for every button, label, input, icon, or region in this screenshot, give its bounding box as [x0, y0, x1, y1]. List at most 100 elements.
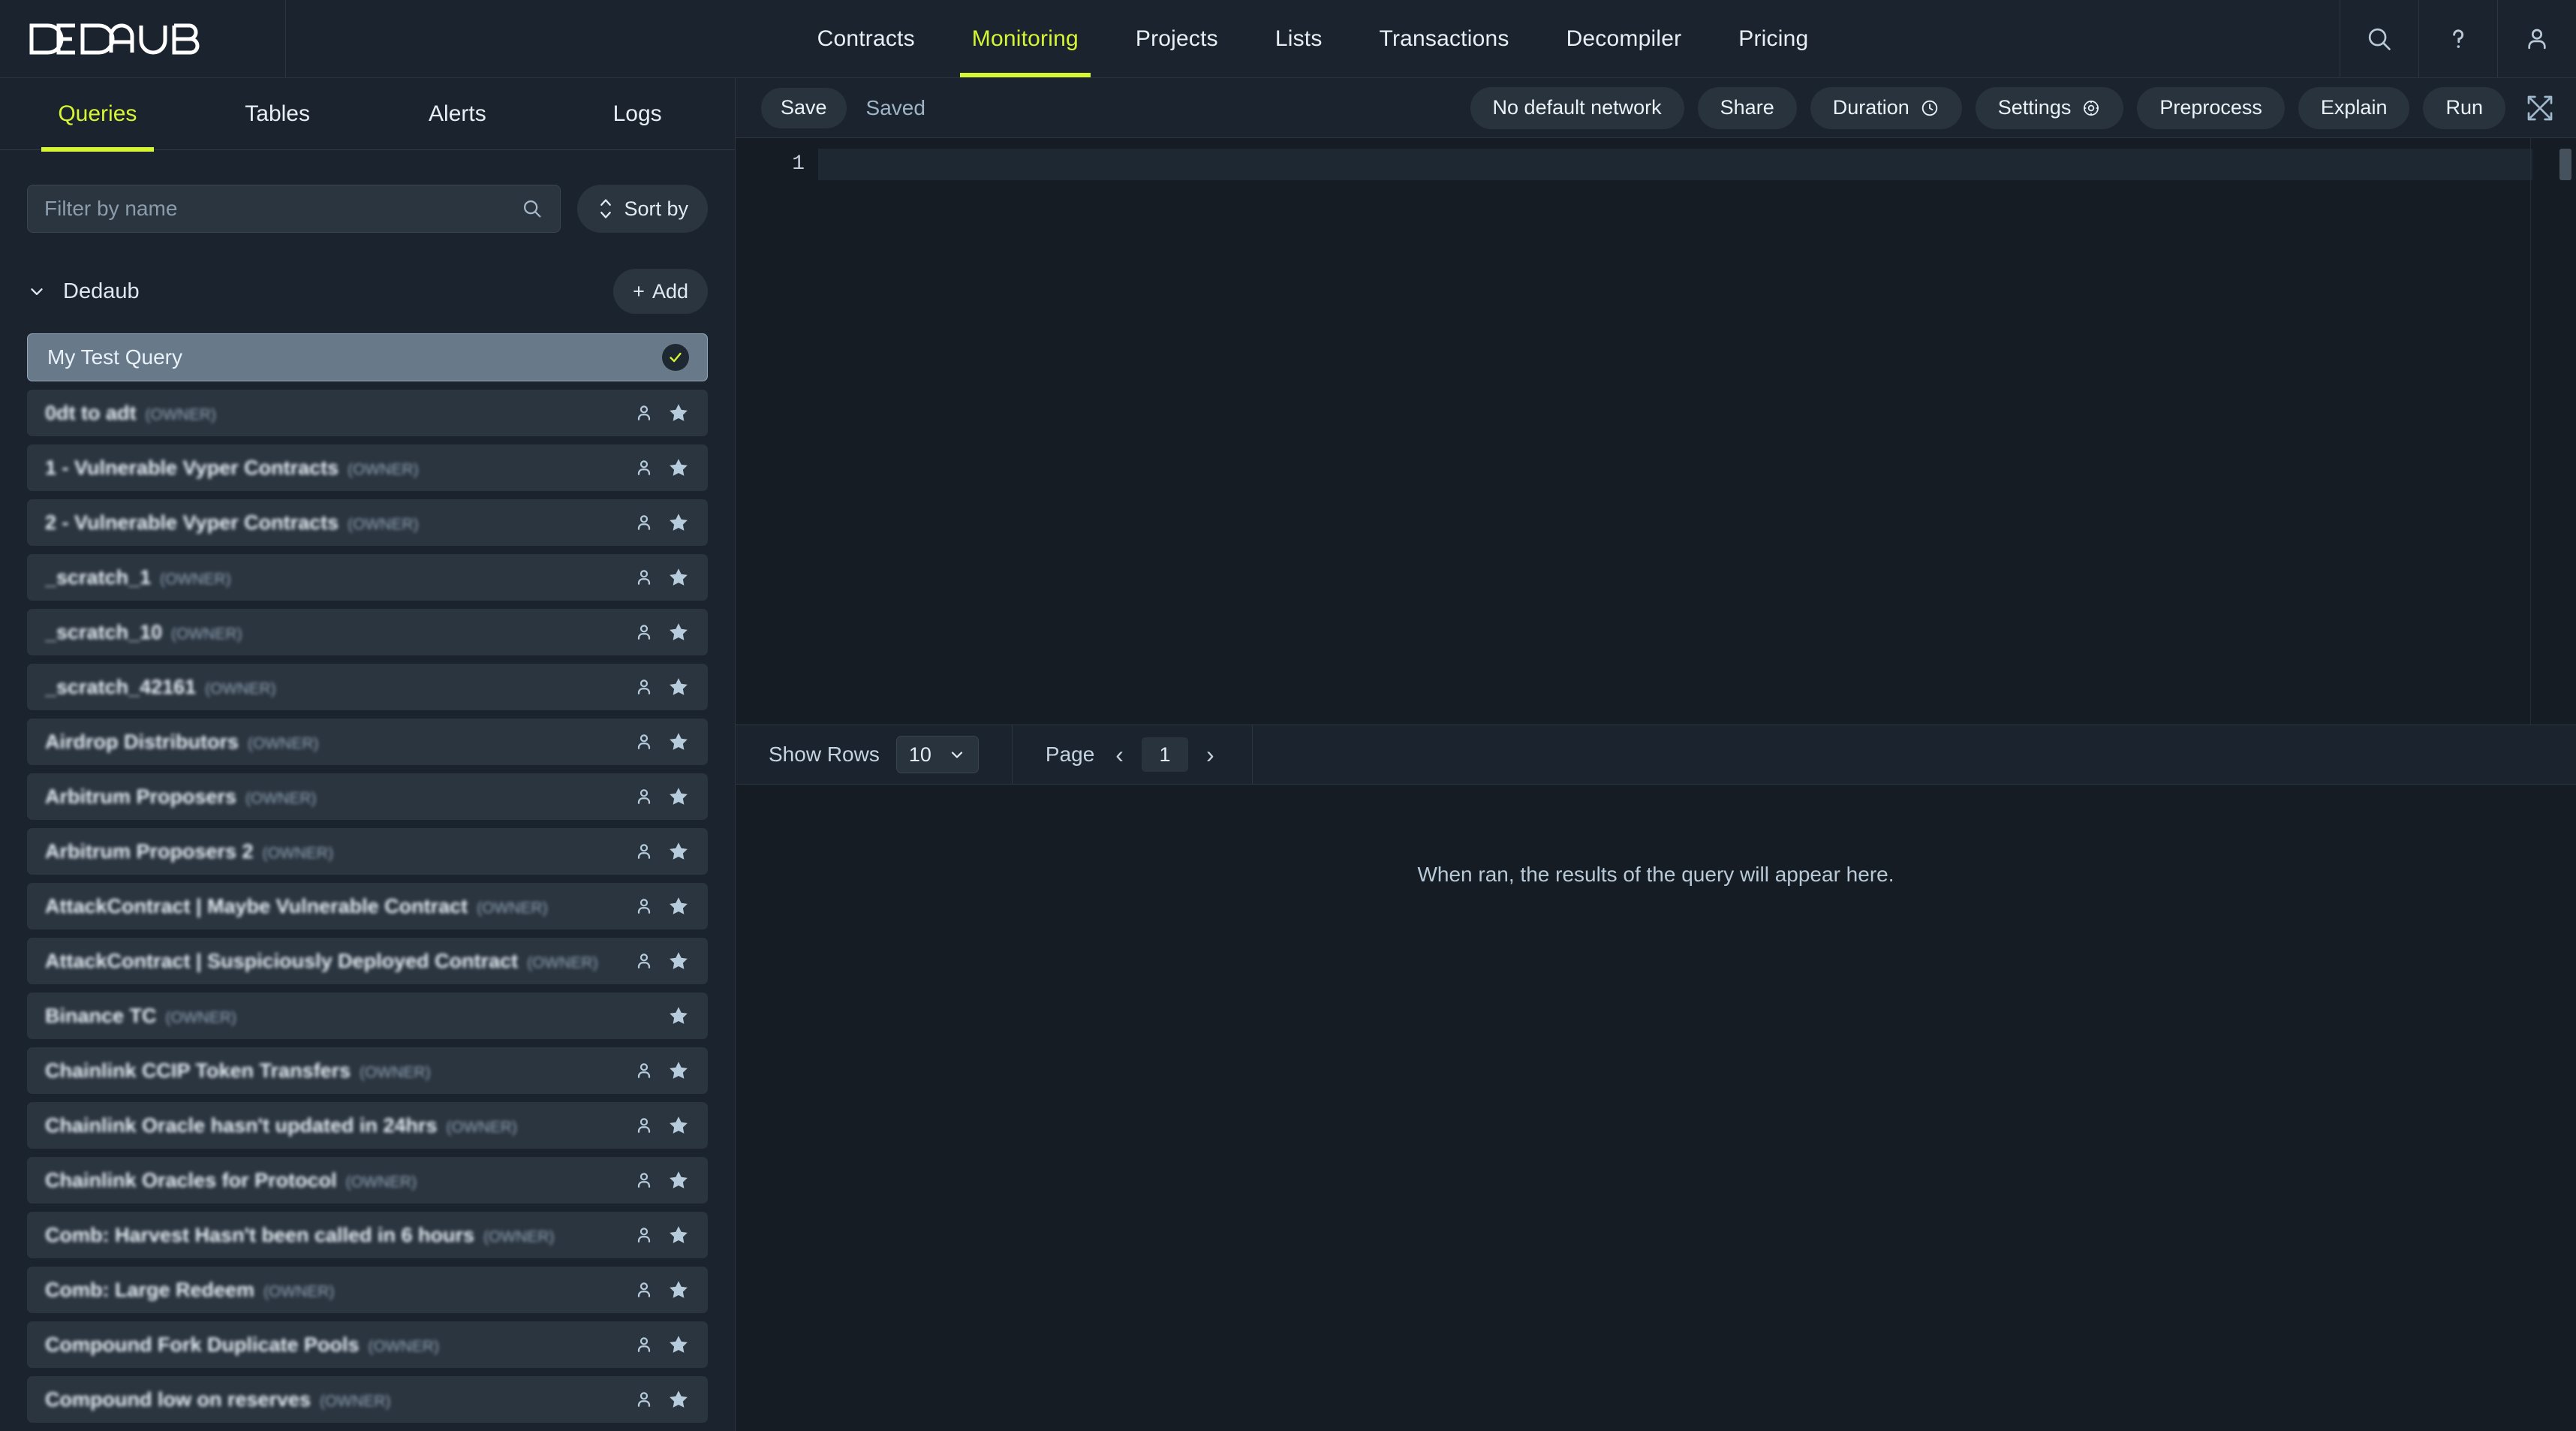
- person-icon[interactable]: [633, 512, 655, 533]
- person-icon[interactable]: [633, 1225, 655, 1246]
- default-network-button[interactable]: No default network: [1470, 87, 1684, 129]
- star-icon[interactable]: [667, 456, 690, 479]
- show-rows-label: Show Rows: [769, 743, 880, 767]
- query-list-item[interactable]: Arbitrum Proposers 2(OWNER): [27, 828, 708, 875]
- person-icon[interactable]: [633, 457, 655, 478]
- star-icon[interactable]: [667, 785, 690, 808]
- nav-link-monitoring[interactable]: Monitoring: [943, 0, 1107, 77]
- explain-button[interactable]: Explain: [2298, 87, 2410, 129]
- query-list-item[interactable]: _scratch_10(OWNER): [27, 609, 708, 655]
- query-name-input[interactable]: My Test Query: [47, 345, 182, 369]
- query-list-item[interactable]: Chainlink Oracles for Protocol(OWNER): [27, 1157, 708, 1204]
- nav-link-projects[interactable]: Projects: [1107, 0, 1247, 77]
- query-list-item[interactable]: Compound low on reserves(OWNER): [27, 1376, 708, 1423]
- person-icon[interactable]: [633, 402, 655, 423]
- star-icon[interactable]: [667, 1114, 690, 1137]
- star-icon[interactable]: [667, 895, 690, 917]
- nav-link-transactions[interactable]: Transactions: [1351, 0, 1538, 77]
- nav-link-decompiler[interactable]: Decompiler: [1538, 0, 1711, 77]
- person-icon[interactable]: [633, 1334, 655, 1355]
- query-list-item[interactable]: Arbitrum Proposers(OWNER): [27, 773, 708, 820]
- query-name-wrap: 0dt to adt(OWNER): [45, 402, 633, 425]
- star-icon[interactable]: [667, 731, 690, 753]
- star-icon[interactable]: [667, 950, 690, 972]
- star-icon[interactable]: [667, 1333, 690, 1356]
- nav-link-pricing[interactable]: Pricing: [1710, 0, 1837, 77]
- query-list-item[interactable]: AttackContract | Maybe Vulnerable Contra…: [27, 883, 708, 929]
- save-button[interactable]: Save: [761, 88, 847, 128]
- star-icon[interactable]: [667, 1005, 690, 1027]
- query-list-item[interactable]: Chainlink CCIP Token Transfers(OWNER): [27, 1047, 708, 1094]
- nav-link-lists[interactable]: Lists: [1247, 0, 1351, 77]
- tab-queries[interactable]: Queries: [8, 78, 188, 149]
- star-icon[interactable]: [667, 1169, 690, 1191]
- preprocess-button[interactable]: Preprocess: [2137, 87, 2285, 129]
- person-icon[interactable]: [633, 1115, 655, 1136]
- group-toggle[interactable]: Dedaub: [27, 279, 140, 304]
- query-list-item[interactable]: Compound Fork Duplicate Pools(OWNER): [27, 1321, 708, 1368]
- person-icon[interactable]: [633, 786, 655, 807]
- add-query-button[interactable]: + Add: [613, 269, 708, 314]
- person-icon[interactable]: [633, 731, 655, 752]
- rows-per-page-select[interactable]: 10: [896, 736, 979, 773]
- star-icon[interactable]: [667, 676, 690, 698]
- run-button[interactable]: Run: [2423, 87, 2505, 129]
- group-header-row: Dedaub + Add: [0, 233, 735, 314]
- share-button[interactable]: Share: [1698, 87, 1797, 129]
- tab-alerts[interactable]: Alerts: [368, 78, 548, 149]
- user-account-button[interactable]: [2497, 0, 2576, 77]
- query-list-item[interactable]: 1 - Vulnerable Vyper Contracts(OWNER): [27, 444, 708, 491]
- query-list-item[interactable]: Chainlink Oracle hasn't updated in 24hrs…: [27, 1102, 708, 1149]
- star-icon[interactable]: [667, 621, 690, 643]
- star-icon[interactable]: [667, 1059, 690, 1082]
- prev-page-button[interactable]: ‹: [1111, 741, 1128, 769]
- query-owner-tag: (OWNER): [483, 1228, 554, 1246]
- tab-logs[interactable]: Logs: [547, 78, 727, 149]
- search-button[interactable]: [2340, 0, 2418, 77]
- person-icon[interactable]: [633, 841, 655, 862]
- person-icon[interactable]: [633, 896, 655, 917]
- editor-code-column[interactable]: [818, 138, 2576, 725]
- duration-button[interactable]: Duration: [1810, 87, 1962, 129]
- query-list-item[interactable]: 0dt to adt(OWNER): [27, 390, 708, 436]
- settings-button[interactable]: Settings: [1976, 87, 2124, 129]
- person-icon[interactable]: [633, 1279, 655, 1300]
- query-list-item[interactable]: Binance TC(OWNER): [27, 993, 708, 1039]
- help-button[interactable]: [2418, 0, 2497, 77]
- query-list-item[interactable]: AttackContract | Suspiciously Deployed C…: [27, 938, 708, 984]
- star-icon[interactable]: [667, 1279, 690, 1301]
- person-icon[interactable]: [633, 676, 655, 697]
- fullscreen-button[interactable]: [2519, 87, 2561, 129]
- query-name: AttackContract | Maybe Vulnerable Contra…: [45, 895, 468, 918]
- star-icon[interactable]: [667, 566, 690, 589]
- query-list-item[interactable]: Airdrop Distributors(OWNER): [27, 719, 708, 765]
- star-icon[interactable]: [667, 840, 690, 863]
- current-page-value[interactable]: 1: [1142, 737, 1188, 772]
- next-page-button[interactable]: ›: [1202, 741, 1219, 769]
- tab-tables[interactable]: Tables: [188, 78, 368, 149]
- star-icon[interactable]: [667, 1224, 690, 1246]
- star-icon[interactable]: [667, 1388, 690, 1411]
- query-list-item[interactable]: Comb: Harvest Hasn't been called in 6 ho…: [27, 1212, 708, 1258]
- person-icon[interactable]: [633, 567, 655, 588]
- person-icon[interactable]: [633, 622, 655, 643]
- person-icon[interactable]: [633, 950, 655, 972]
- filter-by-name-input[interactable]: [44, 197, 521, 221]
- query-item-editing[interactable]: My Test Query: [27, 333, 708, 381]
- person-icon[interactable]: [633, 1170, 655, 1191]
- brand-logo[interactable]: [0, 0, 286, 77]
- query-list-item[interactable]: _scratch_42161(OWNER): [27, 664, 708, 710]
- editor-scrollbar[interactable]: [2559, 149, 2571, 180]
- star-icon[interactable]: [667, 511, 690, 534]
- nav-link-contracts[interactable]: Contracts: [789, 0, 943, 77]
- filter-input-wrapper[interactable]: [27, 185, 561, 233]
- query-list-item[interactable]: 2 - Vulnerable Vyper Contracts(OWNER): [27, 499, 708, 546]
- confirm-rename-button[interactable]: [662, 344, 689, 371]
- query-list-item[interactable]: Comb: Large Redeem(OWNER): [27, 1267, 708, 1313]
- person-icon[interactable]: [633, 1389, 655, 1410]
- sort-by-button[interactable]: Sort by: [577, 185, 708, 233]
- query-list-item[interactable]: _scratch_1(OWNER): [27, 554, 708, 601]
- sql-editor[interactable]: 1: [736, 138, 2576, 725]
- star-icon[interactable]: [667, 402, 690, 424]
- person-icon[interactable]: [633, 1060, 655, 1081]
